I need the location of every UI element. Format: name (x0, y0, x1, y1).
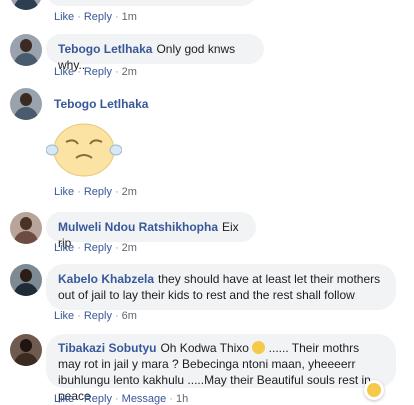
crying-blob-sticker (46, 123, 122, 177)
comment-bubble: Tebogo Letlhaka Only god knws why.. (46, 34, 264, 72)
like-link[interactable]: Like (54, 310, 74, 322)
timestamp[interactable]: 1h (176, 393, 188, 405)
reply-link[interactable]: Reply (84, 186, 112, 198)
comment-author[interactable]: Kabelo Khabzela (58, 272, 154, 286)
avatar[interactable] (10, 212, 42, 244)
comment-bubble (46, 0, 256, 6)
comment-actions: Like · Reply · 2m (54, 66, 137, 78)
comment-bubble: Kabelo Khabzela they should have at least… (46, 264, 396, 310)
like-link[interactable]: Like (54, 11, 74, 23)
comment-author[interactable]: Mulweli Ndou Ratshikhopha (58, 220, 218, 234)
sad-face-emoji-icon (252, 341, 266, 354)
comment-actions: Like · Reply · 6m (54, 310, 137, 322)
comment-actions: Like · Reply · 2m (54, 242, 137, 254)
timestamp[interactable]: 6m (122, 310, 137, 322)
avatar[interactable] (10, 264, 42, 296)
comment-bubble: Tibakazi Sobutyu Oh Kodwa Thixo ...... Th… (46, 334, 396, 403)
comment-author[interactable]: Tebogo Letlhaka (58, 42, 152, 56)
message-link[interactable]: Message (122, 393, 167, 405)
like-link[interactable]: Like (54, 186, 74, 198)
reply-link[interactable]: Reply (84, 66, 112, 78)
comment-author[interactable]: Tibakazi Sobutyu (58, 341, 156, 355)
comment-actions: Like · Reply · 1m (54, 11, 137, 23)
like-link[interactable]: Like (54, 242, 74, 254)
avatar[interactable] (10, 334, 42, 366)
comment-author[interactable]: Tebogo Letlhaka (54, 97, 148, 111)
reply-link[interactable]: Reply (84, 310, 112, 322)
avatar[interactable] (10, 0, 42, 10)
comment-text-before-emoji: Oh Kodwa Thixo (160, 341, 249, 355)
sad-reaction-icon[interactable] (364, 380, 384, 400)
timestamp[interactable]: 2m (122, 186, 137, 198)
reply-link[interactable]: Reply (84, 11, 112, 23)
avatar[interactable] (10, 88, 42, 120)
comment-bubble: Mulweli Ndou Ratshikhopha Eix rip (46, 212, 256, 250)
timestamp[interactable]: 1m (122, 11, 137, 23)
like-link[interactable]: Like (54, 66, 74, 78)
comment-actions: Like · Reply · 2m (54, 186, 137, 198)
timestamp[interactable]: 2m (122, 242, 137, 254)
avatar[interactable] (10, 34, 42, 66)
reply-link[interactable]: Reply (84, 242, 112, 254)
comment-actions: Like · Reply · Message · 1h (54, 393, 189, 405)
like-link[interactable]: Like (54, 393, 74, 405)
reply-link[interactable]: Reply (84, 393, 112, 405)
timestamp[interactable]: 2m (122, 66, 137, 78)
